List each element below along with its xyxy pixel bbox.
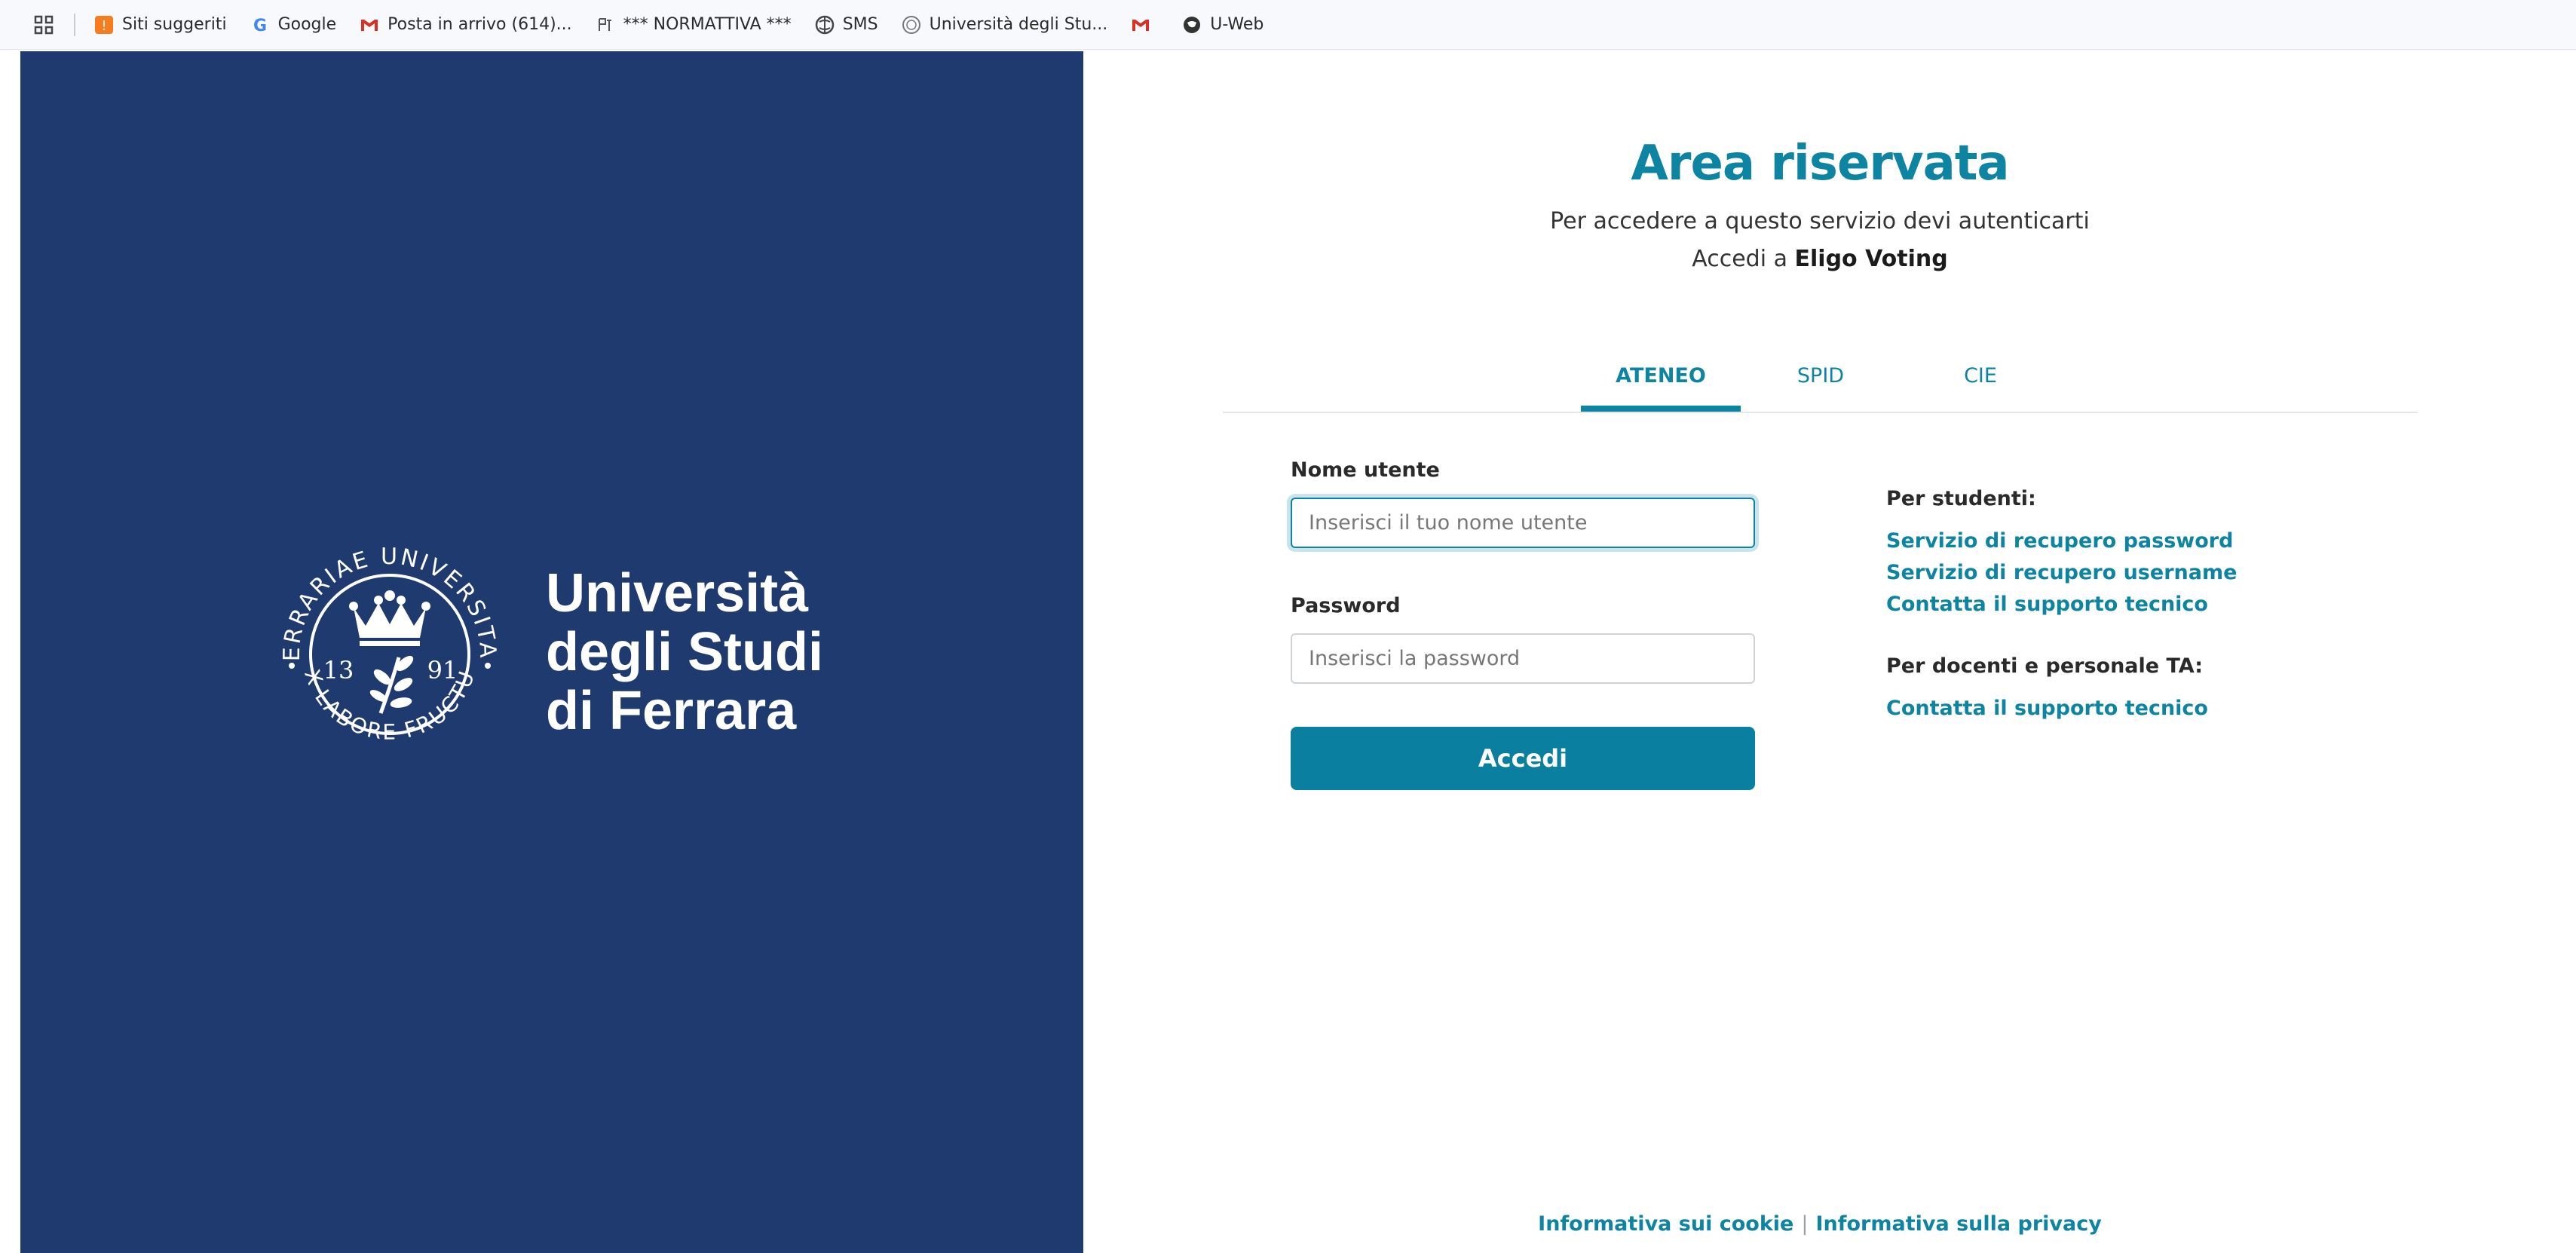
bookmark-u-web[interactable]: U-Web [1181,14,1263,35]
globe-icon [814,14,835,35]
bookmark-label: *** NORMATTIVA *** [623,15,792,34]
service-name: Eligo Voting [1794,246,1948,272]
crown-icon [349,590,430,646]
normattiva-icon [595,14,616,35]
username-label: Nome utente [1291,458,1440,482]
bookmark-sms[interactable]: SMS [814,14,878,35]
bookmark-label: Posta in arrivo (614)... [387,15,572,34]
tab-cie[interactable]: CIE [1901,349,2060,412]
password-recovery-link[interactable]: Servizio di recupero password [1886,529,2233,553]
bookmark-label: Google [277,15,337,34]
svg-text:G: G [253,17,267,35]
bookmarks-separator [74,13,75,36]
bookmark-google[interactable]: G Google [250,14,337,35]
university-name: Università degli Studi di Ferrara [546,564,823,740]
cookie-policy-link[interactable]: Informativa sui cookie [1538,1212,1793,1236]
password-label: Password [1291,594,1401,617]
bookmark-label: U-Web [1210,15,1264,34]
apps-grid-icon[interactable] [33,14,54,35]
bookmark-siti-suggeriti[interactable]: ! Siti suggeriti [93,14,227,35]
footer-separator: | [1801,1212,1809,1236]
username-input[interactable] [1291,498,1755,548]
bookmark-unife[interactable]: Università degli Stu... [901,14,1108,35]
unife-icon [901,14,922,35]
student-support-link[interactable]: Contatta il supporto tecnico [1886,593,2208,616]
students-help-heading: Per studenti: [1886,487,2036,510]
university-seal-logo: FERRARIAE UNIVERSITAS EX LABORE FRUCTUS … [269,534,498,745]
bookmark-normattiva[interactable]: *** NORMATTIVA *** [595,14,792,35]
seal-year-left: 13 [323,656,354,685]
tab-ateneo[interactable]: ATENEO [1581,349,1741,412]
footer-links: Informativa sui cookie | Informativa sulla… [1083,1212,2556,1236]
gmail-icon [359,14,380,35]
bookmark-posta[interactable]: Posta in arrivo (614)... [359,14,572,35]
gmail-icon [1130,14,1151,35]
olive-branch-icon [369,655,414,714]
bookmark-gmail[interactable] [1130,14,1159,35]
login-area: Area riservata Per accedere a questo ser… [1083,51,2576,1253]
tab-spid[interactable]: SPID [1741,349,1901,412]
university-name-line-3: di Ferrara [546,681,797,741]
auth-method-tabs: ATENEO SPID CIE [1223,349,2418,413]
seal-year-right: 91 [427,656,458,685]
suggested-sites-icon: ! [93,14,115,35]
bookmark-label: SMS [842,15,878,34]
svg-text:!: ! [101,18,106,34]
staff-help-heading: Per docenti e personale TA: [1886,654,2204,678]
university-name-line-2: degli Studi [546,622,823,682]
privacy-policy-link[interactable]: Informativa sulla privacy [1815,1212,2101,1236]
staff-support-link[interactable]: Contatta il supporto tecnico [1886,697,2208,720]
bookmarks-bar: ! Siti suggeriti G Google Posta in arriv… [0,0,2576,50]
google-icon: G [250,14,271,35]
access-prefix: Accedi a [1692,246,1795,272]
password-input[interactable] [1291,633,1755,684]
username-recovery-link[interactable]: Servizio di recupero username [1886,561,2237,584]
access-service-line: Accedi a Eligo Voting [1083,246,2556,272]
page-subtitle: Per accedere a questo servizio devi aute… [1550,208,2090,234]
bookmark-label: Siti suggeriti [122,15,227,34]
globe-icon [1181,14,1202,35]
bookmark-label: Università degli Stu... [929,15,1108,34]
page-title: Area riservata [1631,136,2009,191]
university-name-line-1: Università [546,563,809,623]
brand-panel: FERRARIAE UNIVERSITAS EX LABORE FRUCTUS … [20,51,1083,1253]
login-submit-button[interactable]: Accedi [1291,727,1755,790]
